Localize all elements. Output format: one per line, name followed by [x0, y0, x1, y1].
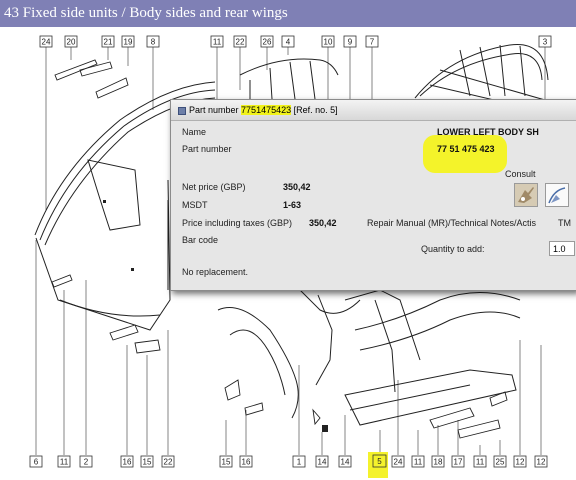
callout-bottom-18[interactable]: 25 [496, 458, 505, 467]
callout-top-1[interactable]: 24 [42, 38, 51, 47]
part-info-popup: Part number 7751475423 [Ref. no. 5] Name… [170, 99, 576, 291]
label-bar-code: Bar code [182, 235, 219, 245]
callout-bottom-9[interactable]: 1 [297, 458, 302, 467]
callout-bottom-1[interactable]: 6 [34, 458, 39, 467]
popup-title-ref: [Ref. no. 5] [293, 105, 338, 115]
technical-manual-icon[interactable] [545, 183, 569, 207]
value-part-number: 77 51 475 423 [437, 144, 495, 154]
callout-top-12[interactable]: 7 [370, 38, 375, 47]
diagram-title-bar: 43 Fixed side units / Body sides and rea… [0, 0, 576, 27]
value-price-incl: 350,42 [309, 218, 337, 228]
label-part-number: Part number [182, 144, 232, 154]
label-net-price: Net price (GBP) [182, 182, 246, 192]
diagram-title: 43 Fixed side units / Body sides and rea… [4, 5, 288, 21]
callout-top-7[interactable]: 22 [236, 38, 245, 47]
value-msdt: 1-63 [283, 200, 302, 210]
tm-label[interactable]: TM [558, 218, 571, 228]
popup-title-prefix: Part number [189, 105, 239, 115]
label-price-incl: Price including taxes (GBP) [182, 218, 293, 228]
callout-top-10[interactable]: 10 [324, 38, 333, 47]
callout-bottom-10[interactable]: 14 [318, 458, 327, 467]
callout-bottom-8[interactable]: 16 [242, 458, 251, 467]
consult-label: Consult [505, 169, 536, 179]
callout-top-3[interactable]: 21 [104, 38, 113, 47]
callout-bottom-13[interactable]: 24 [394, 458, 403, 467]
callout-top-9[interactable]: 4 [286, 38, 291, 47]
repair-manual-icon[interactable] [514, 183, 538, 207]
callout-bottom-7[interactable]: 15 [222, 458, 231, 467]
label-name: Name [182, 127, 207, 137]
repair-manual-label[interactable]: Repair Manual (MR)/Technical Notes/Actis [367, 218, 536, 228]
callout-bottom-14[interactable]: 11 [414, 458, 423, 467]
window-icon [178, 106, 186, 115]
callout-top-4[interactable]: 19 [124, 38, 133, 47]
callout-bottom-12-highlighted[interactable]: 5 [377, 457, 382, 466]
callout-top-5[interactable]: 8 [151, 38, 156, 47]
callout-bottom-6[interactable]: 22 [164, 458, 173, 467]
callout-bottom-16[interactable]: 17 [454, 458, 463, 467]
callout-top-11[interactable]: 9 [348, 38, 353, 47]
callout-bottom-20[interactable]: 12 [537, 458, 546, 467]
callout-bottom-5[interactable]: 15 [143, 458, 152, 467]
popup-title-bar[interactable]: Part number 7751475423 [Ref. no. 5] [171, 100, 576, 121]
callout-bottom-4[interactable]: 16 [123, 458, 132, 467]
label-msdt: MSDT [182, 200, 208, 210]
callout-top-6[interactable]: 11 [213, 38, 222, 47]
popup-title-part-number: 7751475423 [241, 105, 292, 115]
quantity-input[interactable] [549, 241, 575, 256]
callout-bottom-11[interactable]: 14 [341, 458, 350, 467]
value-net-price: 350,42 [283, 182, 311, 192]
callout-bottom-17[interactable]: 11 [476, 458, 485, 467]
callout-bottom-2[interactable]: 11 [60, 458, 69, 467]
quantity-label: Quantity to add: [421, 244, 485, 254]
callout-top-13[interactable]: 3 [543, 38, 548, 47]
value-name: LOWER LEFT BODY SH [437, 127, 539, 137]
callout-bottom-15[interactable]: 18 [434, 458, 443, 467]
callout-top-8[interactable]: 26 [263, 38, 272, 47]
callout-bottom-3[interactable]: 2 [84, 458, 89, 467]
label-replacement: No replacement. [182, 267, 249, 277]
callout-top-2[interactable]: 20 [67, 38, 76, 47]
part-number-highlight-mark [423, 135, 507, 173]
callout-bottom-19[interactable]: 12 [516, 458, 525, 467]
